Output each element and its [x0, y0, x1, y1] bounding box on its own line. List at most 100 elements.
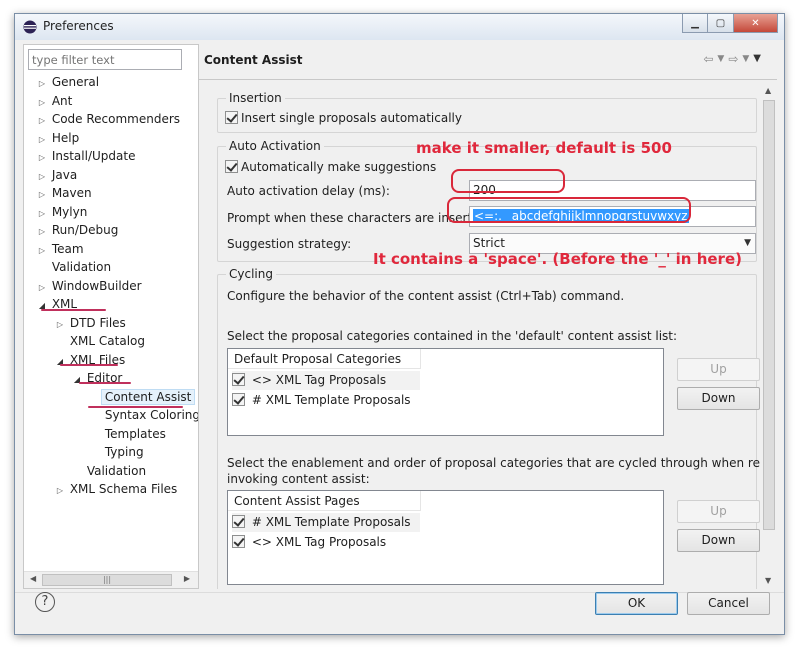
tree-item-label: Help — [51, 131, 80, 145]
annotation-underline-xml-files — [60, 364, 118, 366]
scroll-thumb[interactable]: ||| — [42, 574, 172, 586]
tree-item-windowbuilder[interactable]: ▷ WindowBuilder — [36, 277, 142, 295]
tree-item-help[interactable]: ▷ Help — [36, 129, 79, 147]
tree-item-label: WindowBuilder — [51, 279, 142, 293]
tree-item-label: General — [51, 75, 100, 89]
collapse-arrow-icon[interactable]: ◢ — [71, 371, 83, 389]
expand-arrow-icon[interactable]: ▷ — [36, 149, 48, 167]
page-content: Insertion Insert single proposals automa… — [199, 82, 761, 589]
annotation-ring-delay — [451, 169, 565, 193]
tree-item-label: Code Recommenders — [51, 112, 181, 126]
maximize-icon: ▢ — [715, 17, 726, 29]
expand-arrow-icon[interactable]: ▷ — [36, 75, 48, 93]
back-arrow-icon[interactable]: ⇦ — [703, 52, 713, 66]
view-menu-icon[interactable]: ▼ — [753, 52, 761, 66]
expand-arrow-icon[interactable]: ▷ — [36, 112, 48, 130]
preference-tree: ▷ General ▷ Ant ▷ Code Recommenders ▷ He… — [24, 73, 198, 563]
tree-item-java[interactable]: ▷ Java — [36, 166, 77, 184]
maximize-button[interactable]: ▢ — [708, 14, 734, 33]
tree-item-dtd-files[interactable]: ▷ DTD Files — [54, 314, 126, 332]
preference-tree-pane: ▷ General ▷ Ant ▷ Code Recommenders ▷ He… — [23, 44, 199, 589]
collapse-arrow-icon[interactable]: ◢ — [54, 353, 66, 371]
ok-button[interactable]: OK — [595, 592, 678, 615]
minimize-icon: ▁ — [691, 17, 699, 29]
down-button[interactable]: Down — [677, 387, 760, 410]
table-row-label: # XML Template Proposals — [251, 515, 411, 529]
tree-item-typing[interactable]: Typing — [89, 443, 144, 461]
tree-item-code-recommenders[interactable]: ▷ Code Recommenders — [36, 110, 180, 128]
table-row[interactable]: # XML Template Proposals — [232, 391, 411, 410]
tree-item-label: Validation — [51, 260, 112, 274]
window-title: Preferences — [43, 19, 114, 33]
scroll-up-icon[interactable]: ▲ — [765, 86, 771, 95]
scroll-right-icon[interactable]: ▶ — [184, 574, 190, 583]
tree-item-content-assist[interactable]: Content Assist — [89, 388, 196, 406]
checkbox-checked-icon[interactable] — [232, 535, 245, 548]
tree-item-templates[interactable]: Templates — [89, 425, 166, 443]
annotation-underline-editor — [79, 382, 131, 384]
tree-item-label-selected: Content Assist — [100, 389, 196, 405]
cancel-button[interactable]: Cancel — [687, 592, 770, 615]
default-table-header[interactable]: Default Proposal Categories — [228, 349, 421, 369]
eclipse-icon — [23, 20, 37, 34]
pages-table-header[interactable]: Content Assist Pages — [228, 491, 421, 511]
tree-item-install-update[interactable]: ▷ Install/Update — [36, 147, 136, 167]
annotation-underline-content-assist — [88, 406, 183, 408]
annotation-space-note: It contains a 'space'. (Before the '_' i… — [373, 250, 742, 268]
tree-item-validation[interactable]: Validation — [36, 258, 111, 276]
content-assist-pages-table[interactable]: Content Assist Pages # XML Template Prop… — [227, 490, 664, 585]
tree-item-syntax-coloring[interactable]: Syntax Coloring — [89, 406, 198, 424]
table-row[interactable]: <> XML Tag Proposals — [232, 533, 386, 552]
expand-arrow-icon[interactable]: ▷ — [36, 223, 48, 241]
scroll-left-icon[interactable]: ◀ — [30, 574, 36, 583]
table-row[interactable]: # XML Template Proposals — [232, 513, 420, 532]
tree-item-ant[interactable]: ▷ Ant — [36, 92, 72, 110]
filter-input[interactable] — [28, 49, 182, 70]
collapse-arrow-icon[interactable]: ◢ — [36, 297, 48, 315]
tree-item-xml-validation[interactable]: Validation — [71, 462, 146, 480]
tree-item-xml-files[interactable]: ◢ XML Files — [54, 351, 125, 369]
tree-item-xml-catalog[interactable]: XML Catalog — [54, 332, 145, 350]
back-menu-chevron-down-icon[interactable]: ▼ — [717, 52, 724, 66]
tree-item-label: Syntax Coloring — [104, 408, 198, 422]
checkbox-checked-icon[interactable] — [225, 160, 238, 173]
checkbox-checked-icon[interactable] — [225, 111, 238, 124]
title-separator — [199, 79, 777, 80]
title-bar[interactable]: Preferences ▁ ▢ ✕ — [15, 14, 784, 40]
tree-item-maven[interactable]: ▷ Maven — [36, 184, 92, 202]
annotation-ring-prompt — [447, 197, 691, 223]
scroll-down-icon[interactable]: ▼ — [765, 576, 771, 585]
tree-item-xml-schema-files[interactable]: ▷ XML Schema Files — [54, 480, 177, 498]
pages-up-button[interactable]: Up — [677, 500, 760, 523]
expand-arrow-icon[interactable]: ▷ — [36, 186, 48, 204]
scroll-thumb[interactable] — [763, 100, 775, 530]
checkbox-checked-icon[interactable] — [232, 373, 245, 386]
checkbox-checked-icon[interactable] — [232, 393, 245, 406]
pages-down-button[interactable]: Down — [677, 529, 760, 552]
tree-item-label: Templates — [104, 427, 166, 441]
tree-item-editor[interactable]: ◢ Editor — [71, 369, 122, 387]
minimize-button[interactable]: ▁ — [682, 14, 708, 33]
tree-item-label: XML Schema Files — [69, 482, 178, 496]
chevron-down-icon[interactable]: ▼ — [744, 234, 751, 253]
checkbox-checked-icon[interactable] — [232, 515, 245, 528]
table-row[interactable]: <> XML Tag Proposals — [232, 371, 420, 390]
default-proposal-categories-table[interactable]: Default Proposal Categories <> XML Tag P… — [227, 348, 664, 436]
insert-single-proposals-checkbox[interactable]: Insert single proposals automatically — [225, 111, 462, 125]
tree-item-run-debug[interactable]: ▷ Run/Debug — [36, 221, 118, 239]
forward-menu-chevron-down-icon[interactable]: ▼ — [742, 52, 749, 66]
up-button[interactable]: Up — [677, 358, 760, 381]
annotation-delay-note: make it smaller, default is 500 — [416, 139, 672, 157]
tree-item-mylyn[interactable]: ▷ Mylyn — [36, 203, 87, 221]
vertical-scrollbar[interactable]: ▲ ▼ — [761, 82, 777, 589]
help-icon[interactable]: ? — [35, 592, 55, 612]
make-suggestions-checkbox[interactable]: Automatically make suggestions — [225, 160, 436, 174]
tree-item-general[interactable]: ▷ General — [36, 73, 99, 91]
tree-item-team[interactable]: ▷ Team — [36, 240, 84, 258]
close-button[interactable]: ✕ — [734, 14, 778, 33]
forward-arrow-icon[interactable]: ⇨ — [728, 52, 738, 66]
delay-label: Auto activation delay (ms): — [227, 184, 390, 198]
horizontal-scrollbar[interactable]: ◀ ||| ▶ — [24, 571, 198, 588]
expand-arrow-icon[interactable]: ▷ — [54, 482, 66, 500]
cycled-categories-label-line2: invoking content assist: — [227, 472, 370, 486]
